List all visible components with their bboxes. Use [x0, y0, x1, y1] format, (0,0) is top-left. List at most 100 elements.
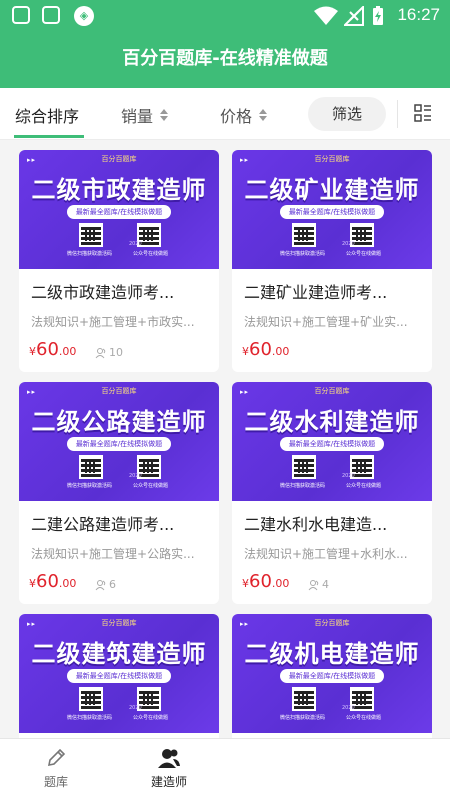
price-int: 60: [249, 571, 272, 592]
banner-tag: 最新最全题库/在线模拟做题: [67, 205, 171, 219]
banner-brand: 百分百题库: [101, 155, 137, 163]
active-tab-indicator: [14, 135, 84, 138]
product-card[interactable]: ▸▸ 百分百题库 二级机电建造师 最新最全题库/在线模拟做题 微信扫描获取激活码…: [232, 614, 432, 738]
banner-title: 二级机电建造师: [244, 640, 420, 668]
banner-year: 2020: [342, 705, 355, 711]
currency: ¥: [29, 345, 36, 358]
product-subtitle: 法规知识+施工管理+水利水...: [244, 547, 408, 561]
banner-title: 二级水利建造师: [244, 408, 420, 436]
banner-tag: 最新最全题库/在线模拟做题: [280, 669, 384, 683]
product-title: 二建公路建造师考...: [31, 515, 175, 534]
qr-code-icon: [79, 223, 103, 247]
price-dec: .00: [271, 577, 290, 590]
app-header: ◈ 16:27 百分百题库-在线精准做题: [0, 0, 450, 88]
tab-comprehensive-sort[interactable]: 综合排序: [15, 103, 79, 127]
banner-note: 微信扫描获取激活码: [67, 483, 113, 489]
tab-label: 价格: [220, 107, 253, 126]
banner-note: 公众号在线做题: [346, 483, 382, 489]
buyer-count-value: 4: [322, 578, 329, 591]
price-dec: .00: [58, 577, 77, 590]
currency: ¥: [242, 345, 249, 358]
wifi-icon: [314, 6, 338, 25]
nav-item-constructor[interactable]: 建造师: [124, 747, 214, 790]
list-layout-icon[interactable]: [414, 104, 432, 122]
bottom-nav: 题库 建造师: [0, 738, 450, 800]
banner-brand: 百分百题库: [101, 387, 137, 395]
buyer-count: 10: [95, 346, 123, 359]
qr-code-icon: [292, 223, 316, 247]
banner-note: 公众号在线做题: [133, 483, 169, 489]
product-title: 二建矿业建造师考...: [244, 283, 388, 302]
banner-year: 2020: [342, 241, 355, 247]
banner-note: 公众号在线做题: [346, 251, 382, 257]
clock: 16:27: [397, 5, 440, 24]
banner-note: 微信扫描获取激活码: [280, 251, 326, 257]
banner-year: 2020: [342, 473, 355, 479]
banner-year: 2020: [129, 473, 142, 479]
product-price: ¥60.00: [29, 339, 76, 360]
banner-brand: 百分百题库: [314, 619, 350, 627]
product-banner: ▸▸ 百分百题库 二级矿业建造师 最新最全题库/在线模拟做题 微信扫描获取激活码…: [232, 150, 432, 269]
tab-label: 销量: [121, 107, 154, 126]
tab-sales[interactable]: 销量: [121, 103, 169, 127]
currency: ¥: [29, 577, 36, 590]
product-grid: ▸▸ 百分百题库 二级市政建造师 最新最全题库/在线模拟做题 微信扫描获取激活码…: [0, 140, 450, 738]
product-title: 二建水利水电建造...: [244, 515, 388, 534]
user-icon: [308, 579, 319, 590]
product-card[interactable]: ▸▸ 百分百题库 二级矿业建造师 最新最全题库/在线模拟做题 微信扫描获取激活码…: [232, 150, 432, 372]
product-banner: ▸▸ 百分百题库 二级机电建造师 最新最全题库/在线模拟做题 微信扫描获取激活码…: [232, 614, 432, 733]
buyer-count: 4: [308, 578, 329, 591]
filter-button[interactable]: 筛选: [308, 97, 386, 131]
buyer-count: 6: [95, 578, 116, 591]
product-card[interactable]: ▸▸ 百分百题库 二级市政建造师 最新最全题库/在线模拟做题 微信扫描获取激活码…: [19, 150, 219, 372]
status-bar: ◈ 16:27: [0, 0, 450, 32]
banner-note: 微信扫描获取激活码: [280, 715, 326, 721]
banner-tag: 最新最全题库/在线模拟做题: [67, 437, 171, 451]
product-price: ¥60.00: [242, 571, 289, 592]
price-int: 60: [36, 571, 59, 592]
qr-code-icon: [292, 687, 316, 711]
price-dec: .00: [58, 345, 77, 358]
battery-icon: [373, 6, 383, 25]
buyer-count-value: 6: [109, 578, 116, 591]
banner-tag: 最新最全题库/在线模拟做题: [67, 669, 171, 683]
banner-tag: 最新最全题库/在线模拟做题: [280, 437, 384, 451]
banner-note: 公众号在线做题: [133, 251, 169, 257]
product-price: ¥60.00: [29, 571, 76, 592]
banner-tag: 最新最全题库/在线模拟做题: [280, 205, 384, 219]
user-icon: [95, 347, 106, 358]
banner-note: 微信扫描获取激活码: [67, 251, 113, 257]
product-banner: ▸▸ 百分百题库 二级水利建造师 最新最全题库/在线模拟做题 微信扫描获取激活码…: [232, 382, 432, 501]
product-subtitle: 法规知识+施工管理+市政实...: [31, 315, 195, 329]
product-card[interactable]: ▸▸ 百分百题库 二级建筑建造师 最新最全题库/在线模拟做题 微信扫描获取激活码…: [19, 614, 219, 738]
banner-note: 公众号在线做题: [346, 715, 382, 721]
user-icon: [95, 579, 106, 590]
qr-code-icon: [292, 455, 316, 479]
banner-title: 二级矿业建造师: [244, 176, 420, 204]
product-banner: ▸▸ 百分百题库 二级公路建造师 最新最全题库/在线模拟做题 微信扫描获取激活码…: [19, 382, 219, 501]
tab-price[interactable]: 价格: [220, 103, 268, 127]
banner-note: 微信扫描获取激活码: [280, 483, 326, 489]
page-title: 百分百题库-在线精准做题: [122, 48, 328, 69]
product-card[interactable]: ▸▸ 百分百题库 二级公路建造师 最新最全题库/在线模拟做题 微信扫描获取激活码…: [19, 382, 219, 604]
pencil-icon: [47, 748, 66, 767]
banner-title: 二级公路建造师: [31, 408, 207, 436]
buyer-count-value: 10: [109, 346, 123, 359]
price-dec: .00: [271, 345, 290, 358]
nav-item-question-bank[interactable]: 题库: [11, 747, 101, 790]
qr-code-icon: [79, 687, 103, 711]
banner-note: 公众号在线做题: [133, 715, 169, 721]
shield-icon: ◈: [74, 6, 94, 26]
price-int: 60: [36, 339, 59, 360]
price-int: 60: [249, 339, 272, 360]
product-subtitle: 法规知识+施工管理+公路实...: [31, 547, 195, 561]
divider: [397, 100, 398, 128]
currency: ¥: [242, 577, 249, 590]
sort-arrows-icon: [160, 109, 169, 121]
product-banner: ▸▸ 百分百题库 二级建筑建造师 最新最全题库/在线模拟做题 微信扫描获取激活码…: [19, 614, 219, 733]
banner-brand: 百分百题库: [314, 155, 350, 163]
product-card[interactable]: ▸▸ 百分百题库 二级水利建造师 最新最全题库/在线模拟做题 微信扫描获取激活码…: [232, 382, 432, 604]
banner-title: 二级市政建造师: [31, 176, 207, 204]
product-title: 二级市政建造师考...: [31, 283, 175, 302]
banner-year: 2020: [129, 241, 142, 247]
